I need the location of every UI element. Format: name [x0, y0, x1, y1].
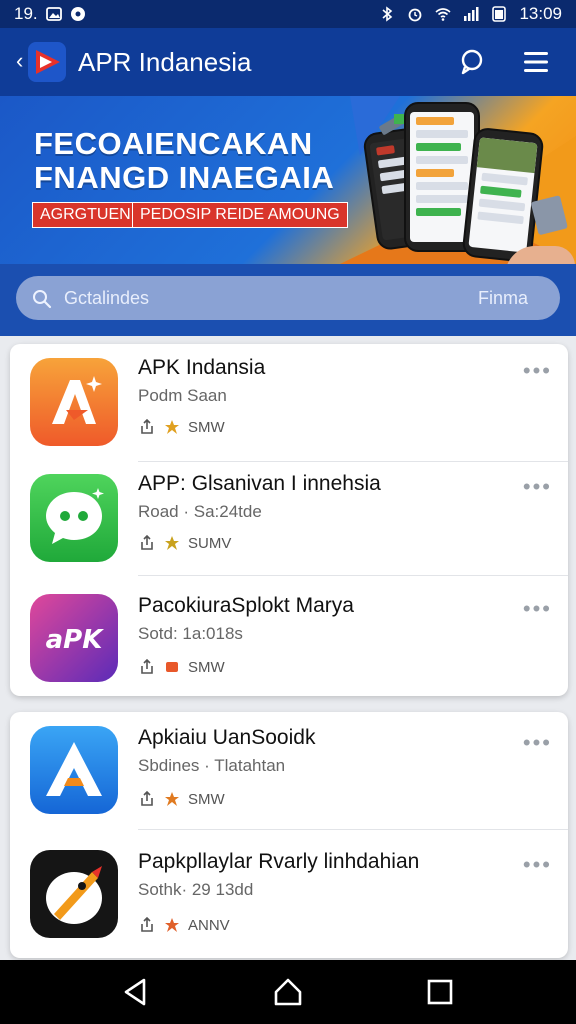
divider	[138, 829, 568, 830]
share-icon[interactable]	[138, 916, 156, 934]
list-item[interactable]: Apkiaiu UanSooidk Sbdines · Tlatahtan SM…	[10, 712, 568, 830]
back-chevron-icon[interactable]: ‹	[16, 50, 23, 72]
status-time-left: 19.	[14, 4, 38, 23]
search-bar[interactable]: Gctalindes Finma	[16, 276, 560, 320]
badge-icon	[165, 918, 179, 932]
apk-text-icon: aPK	[30, 594, 118, 682]
app-meta: SUMV	[138, 534, 231, 552]
status-time-right: 13:09	[519, 4, 562, 23]
more-options-icon[interactable]: •••	[523, 854, 552, 876]
app-meta-label: SMW	[188, 418, 225, 436]
status-right: 13:09	[379, 4, 562, 24]
app-icon-tile	[30, 358, 118, 446]
badge-icon	[165, 420, 179, 434]
banner-card-icon	[531, 195, 568, 235]
app-meta-label: ANNV	[188, 916, 230, 934]
app-meta-label: SMW	[188, 790, 225, 808]
app-title: APR Indanesia	[78, 47, 252, 77]
list-item[interactable]: APP: Glsanivan I innehsia Road · Sa:24td…	[10, 458, 568, 576]
app-icon-tile	[30, 850, 118, 938]
app-logo	[28, 42, 66, 82]
list-item[interactable]: Papkpllaylar Rvarly linhdahian Sothk· 29…	[10, 832, 568, 950]
more-options-icon[interactable]: •••	[523, 476, 552, 498]
app-subtitle: Sbdines · Tlatahtan	[138, 756, 286, 775]
share-icon[interactable]	[138, 418, 156, 436]
badge-icon	[166, 662, 178, 672]
app-icon-tile	[30, 726, 118, 814]
status-left: 19.	[14, 4, 86, 24]
alarm-icon	[409, 8, 422, 22]
app-icon-tile: aPK	[30, 594, 118, 682]
recents-icon[interactable]	[424, 976, 456, 1008]
app-meta-label: SUMV	[188, 534, 232, 552]
list-item[interactable]: APK Indansia Podm Saan SMW •••	[10, 344, 568, 462]
rocket-icon	[30, 850, 118, 938]
menu-icon[interactable]	[520, 46, 552, 78]
app-subtitle: Sothk· 29 13dd	[138, 880, 254, 899]
app-list-card-1: APK Indansia Podm Saan SMW ••• APP: Glsa…	[10, 344, 568, 696]
search-action-button[interactable]: Finma	[478, 288, 528, 309]
app-bar: ‹ APR Indanesia	[0, 28, 576, 96]
system-nav-bar	[0, 960, 576, 1024]
search-icon	[33, 290, 52, 309]
share-icon[interactable]	[138, 790, 156, 808]
more-options-icon[interactable]: •••	[523, 598, 552, 620]
bluetooth-icon	[382, 6, 393, 22]
app-meta: SMW	[138, 790, 225, 808]
back-triangle-icon[interactable]	[120, 976, 152, 1008]
app-list-card-2: Apkiaiu UanSooidk Sbdines · Tlatahtan SM…	[10, 712, 568, 958]
banner-pencil-icon	[379, 114, 404, 135]
more-options-icon[interactable]: •••	[523, 360, 552, 382]
app-name: Papkpllaylar Rvarly linhdahian	[138, 850, 420, 873]
app-name: APK Indansia	[138, 356, 266, 379]
banner-tag-1: AGRGTUENI	[32, 202, 144, 228]
app-icon-tile	[30, 474, 118, 562]
banner-headline-1: FECOAIENCAKAN	[34, 126, 313, 161]
app-meta-label: SMW	[188, 658, 225, 676]
notification-dot-icon	[70, 7, 85, 21]
app-name: Apkiaiu UanSooidk	[138, 726, 316, 749]
badge-icon	[165, 792, 179, 806]
more-options-icon[interactable]: •••	[523, 732, 552, 754]
share-icon[interactable]	[138, 658, 156, 676]
status-bar: 19. 13:09	[0, 0, 576, 28]
battery-icon	[492, 6, 507, 22]
search-input[interactable]: Gctalindes	[64, 288, 149, 309]
app-subtitle: Road · Sa:24tde	[138, 502, 262, 521]
chat-icon[interactable]	[456, 46, 488, 78]
badge-icon	[165, 536, 179, 550]
app-meta: SMW	[138, 418, 225, 436]
app-meta: SMW	[138, 658, 225, 676]
app-meta: ANNV	[138, 916, 230, 934]
banner-headline-2: FNANGD INAEGAIA	[34, 160, 335, 195]
app-subtitle: Podm Saan	[138, 386, 227, 405]
app-name: PacokiuraSplokt Marya	[138, 594, 354, 617]
triangle-a-icon	[30, 726, 118, 814]
chat-bubble-icon	[30, 474, 118, 562]
signal-icon	[464, 7, 479, 21]
gallery-icon	[45, 7, 62, 21]
home-icon[interactable]	[272, 976, 304, 1008]
app-name: APP: Glsanivan I innehsia	[138, 472, 381, 495]
wifi-icon	[435, 8, 451, 21]
share-icon[interactable]	[138, 534, 156, 552]
svg-text:aPK: aPK	[46, 625, 105, 655]
list-item[interactable]: aPK PacokiuraSplokt Marya Sotd: 1a:018s …	[10, 576, 568, 694]
app-subtitle: Sotd: 1a:018s	[138, 624, 243, 643]
apk-logo-icon	[30, 358, 118, 446]
banner-tag-2: PEDOSIP REIDE AMOUNG	[132, 202, 348, 228]
promo-banner[interactable]: FECOAIENCAKAN FNANGD INAEGAIA AGRGTUENI …	[0, 96, 576, 264]
